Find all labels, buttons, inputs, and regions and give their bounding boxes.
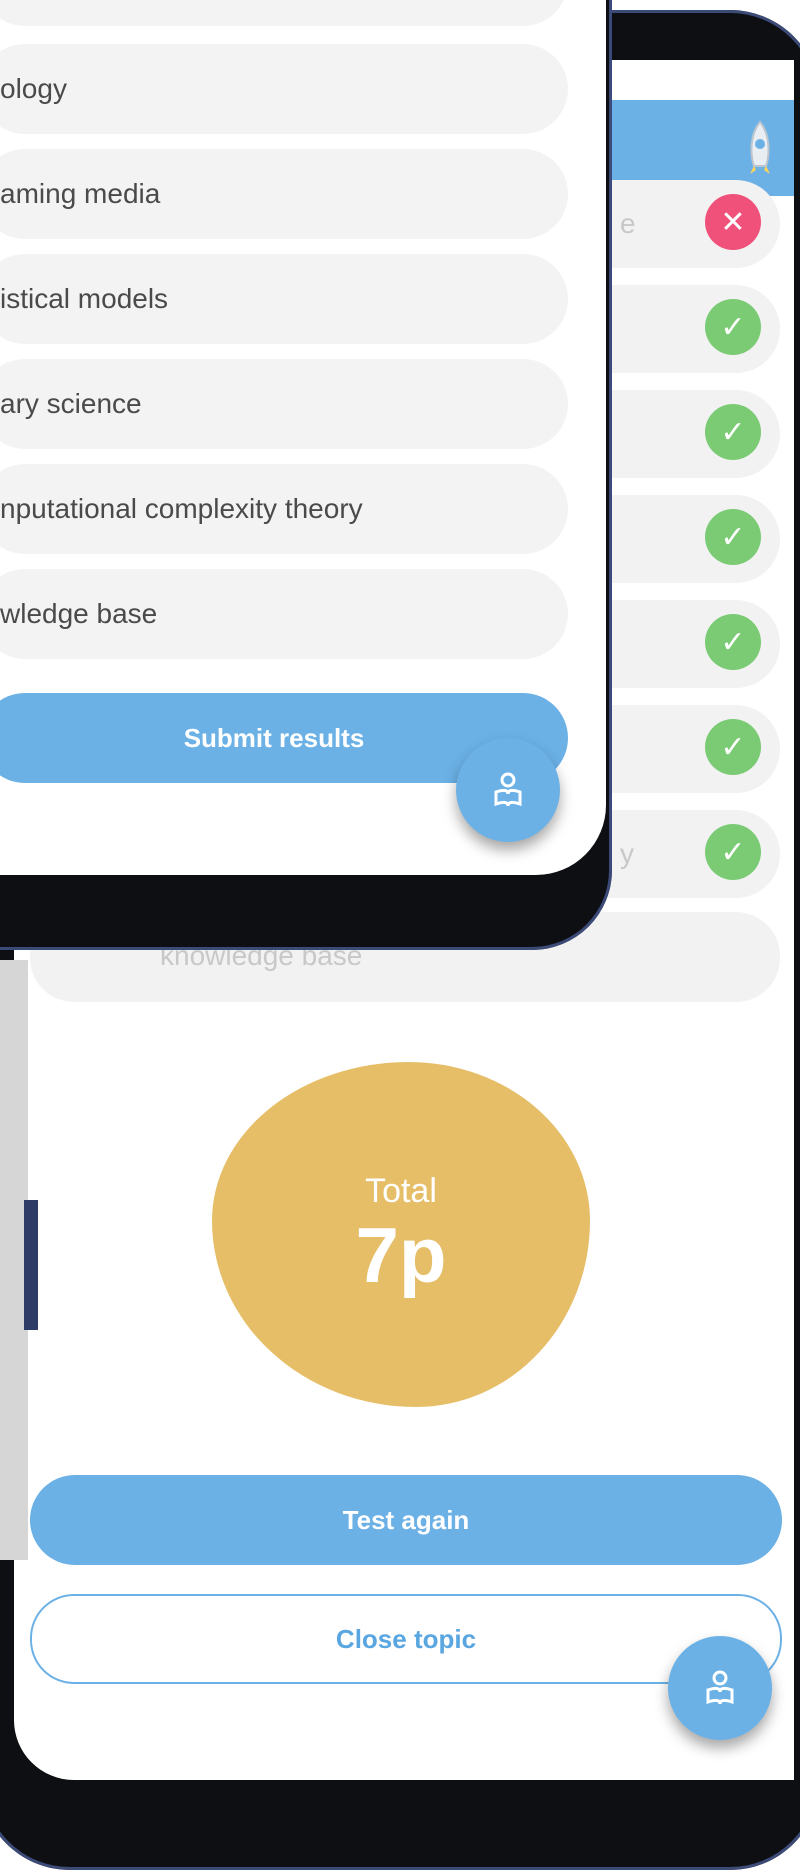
check-icon: ✓ <box>705 824 761 880</box>
result-row-label: y <box>620 838 634 869</box>
quiz-option-label: istical models <box>0 283 169 314</box>
quiz-option-2[interactable]: aming media <box>0 149 568 239</box>
quiz-option-4[interactable]: ary science <box>0 359 568 449</box>
total-label: Total <box>365 1172 437 1210</box>
quiz-option-5[interactable]: nputational complexity theory <box>0 464 568 554</box>
reader-button[interactable] <box>668 1636 772 1740</box>
reader-button[interactable] <box>456 738 560 842</box>
quiz-option-label: ary science <box>0 388 142 419</box>
quiz-option-3[interactable]: istical models <box>0 254 568 344</box>
result-row-label: e <box>620 208 636 239</box>
check-icon: ✓ <box>705 614 761 670</box>
check-icon: ✓ <box>705 299 761 355</box>
close-icon: ✕ <box>705 194 761 250</box>
quiz-option-label: ology <box>0 73 67 104</box>
test-again-button[interactable]: Test again <box>30 1475 782 1565</box>
quiz-option-label: nputational complexity theory <box>0 493 363 524</box>
total-value: 7p <box>355 1211 447 1299</box>
reader-icon <box>494 772 522 807</box>
check-icon: ✓ <box>705 509 761 565</box>
quiz-option-label: aming media <box>0 178 161 209</box>
close-topic-button[interactable]: Close topic <box>30 1594 782 1684</box>
reader-icon <box>706 1670 734 1705</box>
quiz-option-partial[interactable] <box>0 0 568 26</box>
quiz-option-1[interactable]: ology <box>0 44 568 134</box>
side-panel-marker <box>24 1200 38 1330</box>
quiz-option-6[interactable]: wledge base <box>0 569 568 659</box>
check-icon: ✓ <box>705 719 761 775</box>
check-icon: ✓ <box>705 404 761 460</box>
rocket-icon <box>750 120 770 174</box>
quiz-option-label: wledge base <box>0 598 158 629</box>
